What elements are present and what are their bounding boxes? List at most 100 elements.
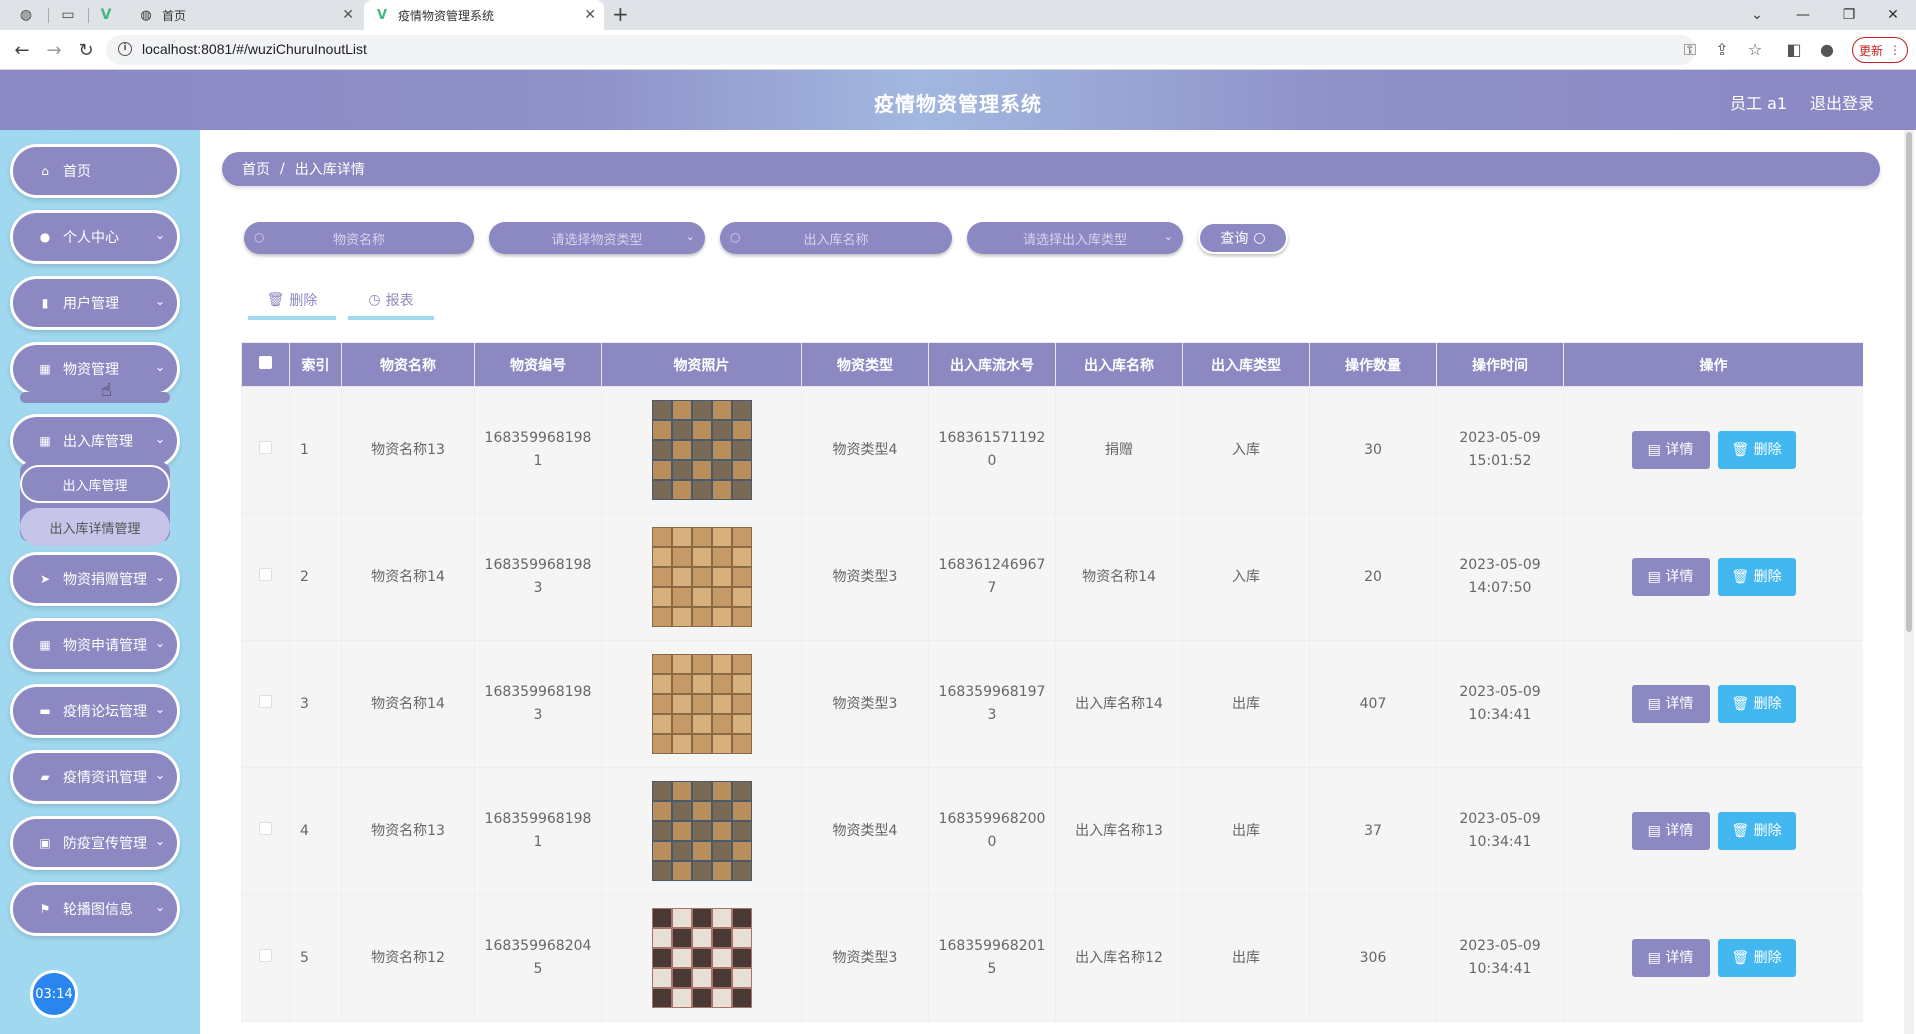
delete-button[interactable]: 🗑 删除 (1717, 431, 1796, 469)
logout-link[interactable]: 退出登录 (1810, 90, 1874, 114)
back-icon[interactable]: ← (10, 38, 34, 62)
row-checkbox[interactable] (259, 567, 272, 581)
sidebar-item-carousel[interactable]: ⚑ 轮播图信息 ⌄ (10, 882, 180, 936)
close-icon[interactable]: ✕ (342, 7, 354, 23)
report-button[interactable]: ◷ 报表 (348, 284, 434, 320)
cell-serial: 1683615711920 (928, 386, 1056, 514)
row-select-cell[interactable] (241, 767, 290, 895)
row-checkbox[interactable] (259, 821, 272, 835)
material-photo[interactable] (651, 400, 752, 500)
sidebar-item-news[interactable]: ▰ 疫情资讯管理 ⌄ (10, 750, 180, 804)
chevron-down-icon: ⌄ (154, 702, 165, 716)
tab-search-chevron-icon[interactable]: ⌄ (1734, 0, 1780, 30)
material-photo[interactable] (651, 654, 752, 754)
submenu-item-inout-manage[interactable]: 出入库管理 (20, 465, 170, 503)
close-icon[interactable]: ✕ (584, 7, 596, 23)
chevron-down-icon: ⌄ (154, 570, 165, 584)
sidebar-item-propaganda[interactable]: ▣ 防疫宣传管理 ⌄ (10, 816, 180, 870)
blank-page-icon[interactable]: ▭ (50, 4, 86, 26)
sidebar-item-label: 首页 (63, 164, 91, 180)
delete-button[interactable]: 🗑 删除 (1717, 812, 1796, 850)
detail-button[interactable]: ▤ 详情 (1631, 685, 1710, 723)
document-icon: ▤ (1647, 823, 1666, 839)
delete-button[interactable]: 🗑 删除 (1717, 939, 1796, 977)
query-label: 查询 (1220, 231, 1249, 247)
material-type-select[interactable]: 请选择物资类型 ⌄ (489, 222, 705, 254)
cell-serial: 1683599682015 (928, 894, 1056, 1022)
submenu-item-inout-detail[interactable]: 出入库详情管理 (20, 508, 170, 546)
breadcrumb-home[interactable]: 首页 (242, 159, 270, 179)
row-checkbox[interactable] (259, 440, 272, 454)
close-window-icon[interactable]: ✕ (1870, 0, 1916, 30)
grid-icon: ▦ (39, 638, 51, 652)
table-row: 3 物资名称14 1683599681983 物资类型3 1683599681973 出入… (241, 640, 1863, 768)
delete-label: 删除 (1753, 442, 1782, 458)
sidebar-item-profile[interactable]: ● 个人中心 ⌄ (10, 210, 180, 264)
delete-button[interactable]: 🗑 删除 (1717, 558, 1796, 596)
minimize-icon[interactable]: — (1780, 0, 1826, 30)
sidebar-item-users[interactable]: ▮ 用户管理 ⌄ (10, 276, 180, 330)
update-label: 更新 (1858, 43, 1883, 58)
inout-name-input[interactable]: ○ 出入库名称 (720, 222, 952, 254)
trash-icon: 🗑 (1731, 569, 1754, 585)
table-row: 4 物资名称13 1683599681981 物资类型4 1683599682000 出入… (241, 767, 1863, 895)
new-tab-icon[interactable]: + (612, 2, 629, 26)
sidebar-item-inout[interactable]: ▦ 出入库管理 ⌄ (10, 414, 180, 468)
material-photo[interactable] (651, 908, 752, 1008)
browser-tab-active[interactable]: V 疫情物资管理系统 ✕ (364, 0, 604, 30)
vue-logo-icon[interactable]: V (88, 4, 124, 26)
row-select-cell[interactable] (241, 640, 290, 768)
sidebar-item-home[interactable]: ⌂ 首页 (10, 144, 180, 198)
detail-button[interactable]: ▤ 详情 (1631, 812, 1710, 850)
globe-icon[interactable]: ◍ (8, 4, 44, 26)
table-row: 1 物资名称13 1683599681981 物资类型4 1683615711920 捐赠… (241, 386, 1863, 514)
site-info-icon[interactable]: i (118, 42, 132, 56)
row-checkbox[interactable] (259, 694, 272, 708)
browser-tab-title: 首页 (162, 8, 187, 23)
select-all-checkbox[interactable] (259, 356, 272, 369)
cell-material-photo (601, 767, 802, 895)
url-field[interactable]: i localhost:8081/#/wuziChuruInoutList (106, 35, 1696, 65)
cell-material-photo (601, 513, 802, 641)
search-icon: ○ (254, 230, 265, 244)
data-table-container: 索引 物资名称 物资编号 物资照片 物资类型 出入库流水号 出入库名称 出入库类… (241, 342, 1863, 1034)
sidebar-item-forum[interactable]: ▬ 疫情论坛管理 ⌄ (10, 684, 180, 738)
row-select-cell[interactable] (241, 894, 290, 1022)
detail-button[interactable]: ▤ 详情 (1631, 431, 1710, 469)
row-select-cell[interactable] (241, 386, 290, 514)
material-photo[interactable] (651, 527, 752, 627)
page-scrollbar-thumb[interactable] (1906, 132, 1912, 632)
sidepanel-icon[interactable]: ◧ (1784, 40, 1804, 59)
profile-icon[interactable]: ● (1817, 40, 1837, 59)
trash-icon: 🗑 (1731, 950, 1754, 966)
star-icon[interactable]: ☆ (1745, 40, 1765, 59)
restore-icon[interactable]: ❐ (1826, 0, 1872, 30)
inout-type-select[interactable]: 请选择出入库类型 ⌄ (967, 222, 1183, 254)
cell-material-type: 物资类型3 (801, 513, 929, 641)
sidebar-item-application[interactable]: ▦ 物资申请管理 ⌄ (10, 618, 180, 672)
material-name-input[interactable]: ○ 物资名称 (244, 222, 474, 254)
chat-icon: ▬ (39, 704, 51, 718)
update-button[interactable]: 更新 ⋮ (1852, 37, 1908, 63)
detail-button[interactable]: ▤ 详情 (1631, 558, 1710, 596)
query-button[interactable]: 查询 ○ (1198, 222, 1288, 254)
select-all-cell[interactable] (241, 342, 290, 387)
forward-icon[interactable]: → (42, 38, 66, 62)
sidebar-item-donation[interactable]: ➤ 物资捐赠管理 ⌄ (10, 552, 180, 606)
material-photo[interactable] (651, 781, 752, 881)
delete-button[interactable]: 🗑 删除 (1717, 685, 1796, 723)
cell-material-photo (601, 640, 802, 768)
browser-tab-home[interactable]: ◍ 首页 ✕ (128, 0, 362, 30)
key-icon[interactable]: ⚿ (1680, 40, 1700, 60)
sidebar-item-materials[interactable]: ▦ 物资管理 ⌄ (10, 342, 180, 396)
row-checkbox[interactable] (259, 948, 272, 962)
detail-button[interactable]: ▤ 详情 (1631, 939, 1710, 977)
cell-time: 2023-05-09 10:34:41 (1436, 767, 1564, 895)
delete-label: 删除 (1753, 696, 1782, 712)
cell-inout-name: 出入库名称12 (1055, 894, 1183, 1022)
share-icon[interactable]: ⇪ (1712, 40, 1732, 59)
batch-delete-button[interactable]: 🗑 删除 (248, 284, 336, 320)
row-select-cell[interactable] (241, 513, 290, 641)
reload-icon[interactable]: ↻ (74, 38, 98, 62)
detail-label: 详情 (1665, 950, 1694, 966)
